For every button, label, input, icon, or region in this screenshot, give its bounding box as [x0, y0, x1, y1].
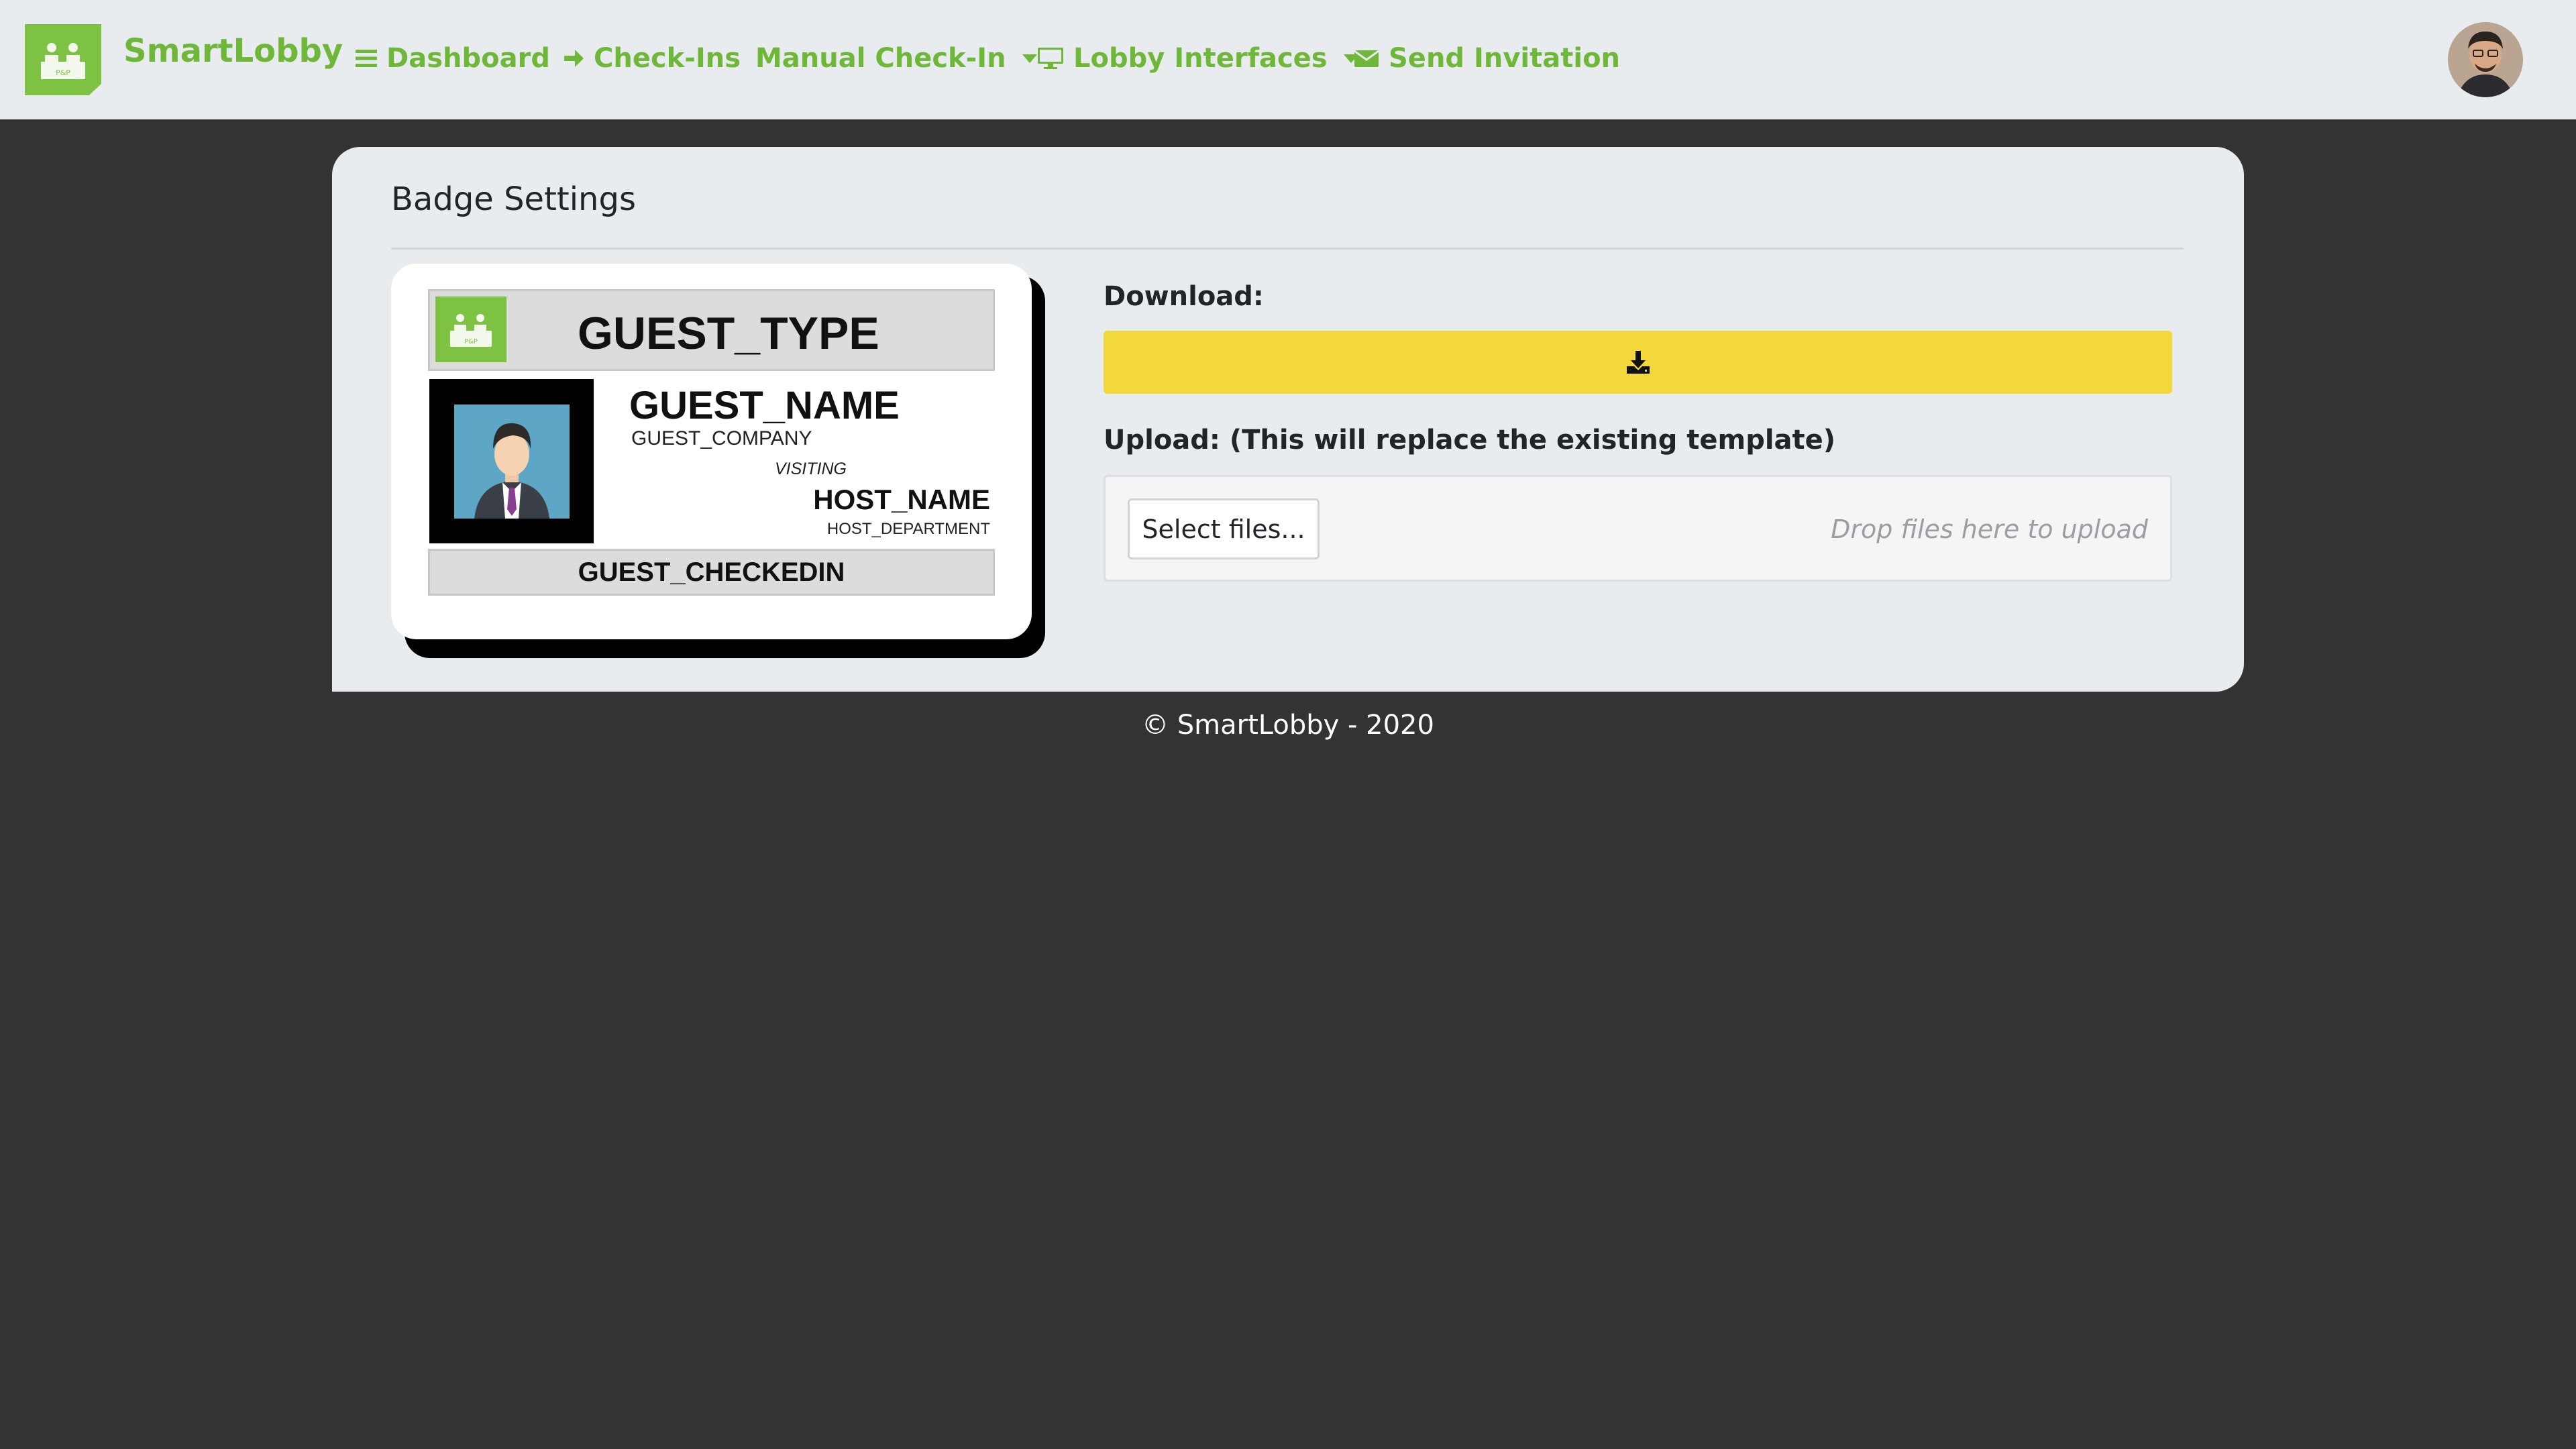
nav-lobby-interfaces[interactable]: Lobby Interfaces: [1037, 43, 1358, 74]
upload-dropzone[interactable]: Select files... Drop files here to uploa…: [1104, 475, 2172, 582]
badge-preview: P&P GUEST_TYPE GUEST_NAME GUEST_COMPANY: [391, 264, 1032, 639]
badge-host-name: HOST_NAME: [813, 484, 990, 515]
nav-dashboard[interactable]: Dashboard: [356, 43, 550, 74]
nav-check-ins-label: Check-Ins: [594, 43, 741, 74]
brand-logo-icon[interactable]: P&P: [25, 24, 101, 95]
page-title: Badge Settings: [391, 180, 636, 218]
badge-guest-type: GUEST_TYPE: [578, 308, 879, 359]
upload-label: Upload: (This will replace the existing …: [1104, 425, 1836, 455]
download-label: Download:: [1104, 281, 1264, 312]
select-files-button[interactable]: Select files...: [1128, 498, 1320, 559]
badge-logo-icon: P&P: [435, 297, 506, 362]
nav-send-invitation-label: Send Invitation: [1389, 43, 1621, 74]
download-template-button[interactable]: [1104, 331, 2172, 394]
badge-host-department: HOST_DEPARTMENT: [826, 520, 990, 538]
top-navbar: P&P SmartLobby Dashboard Check-Ins Manua…: [0, 0, 2576, 119]
nav-manual-check-in[interactable]: Manual Check-In: [755, 43, 1037, 74]
badge-logo-caption: P&P: [464, 338, 478, 345]
brand-name[interactable]: SmartLobby: [123, 32, 343, 70]
user-avatar[interactable]: [2448, 22, 2523, 97]
badge-guest-company: GUEST_COMPANY: [631, 427, 812, 449]
badge-photo: [429, 379, 594, 543]
title-divider: [391, 248, 2184, 250]
badge-checkin: GUEST_CHECKEDIN: [428, 549, 995, 596]
badge-guest-name: GUEST_NAME: [629, 384, 900, 427]
nav-manual-check-in-label: Manual Check-In: [755, 43, 1006, 74]
person-placeholder-icon: [454, 405, 570, 519]
desktop-icon: [1038, 48, 1063, 69]
nav-check-ins[interactable]: Check-Ins: [563, 43, 741, 74]
nav-send-invitation[interactable]: Send Invitation: [1354, 43, 1620, 74]
drop-files-hint: Drop files here to upload: [1831, 515, 2148, 544]
download-icon: [1626, 351, 1650, 374]
brand-logo-caption: P&P: [56, 68, 70, 77]
arrow-right-icon: [564, 50, 584, 67]
chevron-down-icon: [1022, 54, 1037, 63]
nav-lobby-interfaces-label: Lobby Interfaces: [1073, 43, 1328, 74]
badge-visiting: VISITING: [775, 460, 847, 478]
envelope-icon: [1354, 50, 1379, 67]
page-footer: © SmartLobby - 2020: [1142, 710, 1434, 741]
badge-header: P&P GUEST_TYPE: [428, 289, 995, 371]
bars-icon: [356, 50, 377, 67]
nav-dashboard-label: Dashboard: [386, 43, 550, 74]
badge-settings-card: Badge Settings P&P GUEST_TYPE GUEST_NAME…: [332, 147, 2244, 692]
